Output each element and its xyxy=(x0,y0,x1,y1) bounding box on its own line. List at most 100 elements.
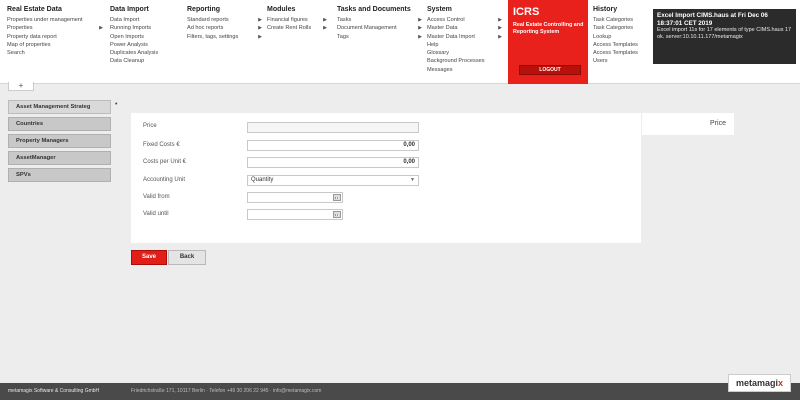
menu-item-label: Task Categories xyxy=(593,25,634,32)
menu-item-label: Ad hoc reports xyxy=(187,25,224,32)
valid-from-label: Valid from xyxy=(143,194,170,200)
costs-per-unit-label: Costs per Unit € xyxy=(143,159,187,165)
menu-heading[interactable]: Real Estate Data xyxy=(7,6,103,13)
menu-heading[interactable]: Data Import xyxy=(110,6,180,13)
menu-item[interactable]: Tags ▶ xyxy=(337,33,422,41)
menu-item[interactable]: Create Rent Rolls ▶ xyxy=(267,24,327,32)
chevron-right-icon: ▶ xyxy=(418,33,422,40)
valid-until-label: Valid until xyxy=(143,211,169,217)
menu-item[interactable]: Standard reports ▶ xyxy=(187,16,262,24)
footer-company: metamagix Software & Consulting GmbH xyxy=(8,388,100,394)
sidebar-item-countries[interactable]: Countries xyxy=(8,117,111,131)
valid-until-field[interactable] xyxy=(247,209,343,220)
metamagix-logo: metamagix xyxy=(728,374,791,392)
menu-heading[interactable]: Modules xyxy=(267,6,327,13)
brand-subtitle: Real Estate Controlling and Reporting Sy… xyxy=(513,22,584,35)
sidebar-item-spvs[interactable]: SPVs xyxy=(8,168,111,182)
menu-item-label: Filters, tags, settings xyxy=(187,33,239,40)
menu-item[interactable]: Access Templates xyxy=(593,49,648,57)
calendar-icon[interactable] xyxy=(333,211,341,218)
chevron-right-icon: ▶ xyxy=(418,25,422,32)
costs-per-unit-field[interactable]: 0,00 xyxy=(247,157,419,168)
menu-item[interactable]: Data Cleanup xyxy=(110,57,180,65)
notification-title: Excel Import CIMS.haus at Fri Dec 06 18:… xyxy=(657,12,768,27)
footer-contact: Friedrichstraße 171, 10117 Berlin · Tele… xyxy=(131,388,322,394)
menu-item[interactable]: Power Analysis xyxy=(110,41,180,49)
menu-item[interactable]: Ad hoc reports ▶ xyxy=(187,24,262,32)
calendar-icon[interactable] xyxy=(333,194,341,201)
menu-item[interactable]: Master Data Import ▶ xyxy=(427,33,502,41)
brand-name: ICRS xyxy=(513,6,540,18)
notification-panel: Excel Import CIMS.haus at Fri Dec 06 18:… xyxy=(653,9,796,64)
menu-item-label: Tags xyxy=(337,33,349,40)
menu-item[interactable]: Task Categories xyxy=(593,24,648,32)
panel-title: Price xyxy=(642,113,734,135)
menu-item[interactable]: Users xyxy=(593,57,648,65)
menu-item-label: Background Processes xyxy=(427,58,485,65)
menu-item-label: Running Imports xyxy=(110,25,152,32)
fixed-costs-field[interactable]: 0,00 xyxy=(247,140,419,151)
menu-item[interactable]: Open Imports xyxy=(110,33,180,41)
menu-item[interactable]: Search xyxy=(7,49,103,57)
menu-heading[interactable]: History xyxy=(593,6,648,13)
sidebar-item-property-managers[interactable]: Property Managers xyxy=(8,134,111,148)
brand-block: ICRS Real Estate Controlling and Reporti… xyxy=(508,0,588,84)
menu-heading[interactable]: Tasks and Documents xyxy=(337,6,422,13)
menu-item[interactable]: Financial figures ▶ xyxy=(267,16,327,24)
menu-item[interactable]: Master Data ▶ xyxy=(427,24,502,32)
menu-item[interactable]: Access Templates xyxy=(593,41,648,49)
menu-column: Real Estate Data Properties under managem… xyxy=(7,6,103,57)
menu-heading[interactable]: Reporting xyxy=(187,6,262,13)
chevron-down-icon: ▼ xyxy=(410,177,415,183)
chevron-right-icon: ▶ xyxy=(258,25,262,32)
menu-item-label: Standard reports xyxy=(187,17,229,23)
menu-heading[interactable]: System xyxy=(427,6,502,13)
menu-item-label: Messages xyxy=(427,66,453,73)
chevron-right-icon: ▶ xyxy=(418,17,422,23)
menu-item[interactable]: Filters, tags, settings ▶ xyxy=(187,33,262,41)
menu-item[interactable]: Properties under management xyxy=(7,16,103,24)
menu-item-label: Task Categories xyxy=(593,17,634,23)
menu-column: Modules Financial figures ▶ Create Rent Rol… xyxy=(267,6,327,33)
menu-item-label: Document Management xyxy=(337,25,397,32)
save-button[interactable]: Save xyxy=(131,250,167,265)
menu-column: History Task Categories Task Categories Loo… xyxy=(593,6,648,66)
notification-body: Excel import 11s for 17 elements of type… xyxy=(657,27,792,40)
menu-item[interactable]: Running Imports xyxy=(110,24,180,32)
menu-item[interactable]: Task Categories xyxy=(593,16,648,24)
active-item-bullet: • xyxy=(115,101,118,108)
menu-item-label: Properties xyxy=(7,25,33,32)
menu-item-label: Master Data Import xyxy=(427,33,475,40)
add-tab-button[interactable]: + xyxy=(8,82,34,91)
back-button[interactable]: Back xyxy=(168,250,206,265)
chevron-right-icon: ▶ xyxy=(498,17,502,23)
menu-item-label: Properties under management xyxy=(7,17,83,23)
accounting-unit-select[interactable]: Quantity ▼ xyxy=(247,175,419,186)
menu-item[interactable]: Property data report xyxy=(7,33,103,41)
menu-item-label: Help xyxy=(427,41,439,48)
menu-item[interactable]: Access Control ▶ xyxy=(427,16,502,24)
sidebar: Asset Management Strateg Countries Prope… xyxy=(8,100,111,185)
logout-button[interactable]: LOGOUT xyxy=(519,65,581,75)
menu-item[interactable]: Messages xyxy=(427,66,502,74)
menu-item[interactable]: Help xyxy=(427,41,502,49)
sidebar-item-asset-management-strategy[interactable]: Asset Management Strateg xyxy=(8,100,111,114)
price-field[interactable] xyxy=(247,122,419,133)
sidebar-item-assetmanager[interactable]: AssetManager xyxy=(8,151,111,165)
menu-item[interactable]: Tasks ▶ xyxy=(337,16,422,24)
menu-item[interactable]: Glossary xyxy=(427,49,502,57)
menu-item-label: Duplicates Analysis xyxy=(110,50,159,57)
menu-item[interactable]: Document Management ▶ xyxy=(337,24,422,32)
chevron-right-icon: ▶ xyxy=(99,25,103,32)
menu-item[interactable]: Lookup xyxy=(593,33,648,41)
menu-item[interactable]: Background Processes xyxy=(427,57,502,65)
menu-item[interactable]: Properties ▶ xyxy=(7,24,103,32)
valid-from-field[interactable] xyxy=(247,192,343,203)
menu-item-label: Tasks xyxy=(337,17,352,23)
menu-item-label: Data Import xyxy=(110,17,140,23)
menu-item[interactable]: Data Import xyxy=(110,16,180,24)
menu-item-label: Data Cleanup xyxy=(110,58,145,65)
menu-item[interactable]: Map of properties xyxy=(7,41,103,49)
menu-item[interactable]: Duplicates Analysis xyxy=(110,49,180,57)
menu-item-label: Access Templates xyxy=(593,50,638,57)
